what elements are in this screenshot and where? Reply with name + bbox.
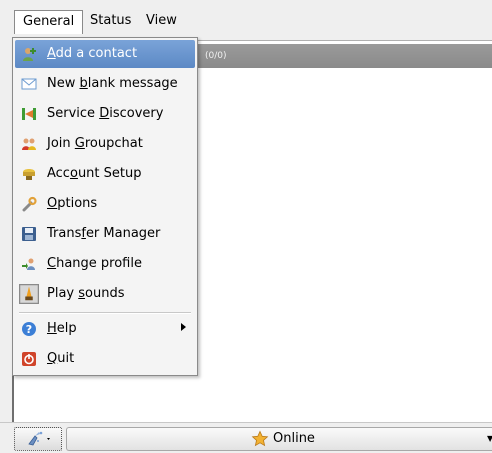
add-contact-icon [23,48,36,61]
presence-menu-button[interactable] [14,427,62,451]
menu-label: Change profile [47,256,142,271]
svg-text:?: ? [26,323,32,336]
menu-general[interactable]: General [14,10,84,34]
menu-label: Options [47,196,98,211]
menu-item-new-message[interactable]: New blank message [15,70,195,98]
menu-item-change-profile[interactable]: Change profile [15,250,195,278]
combo-arrow-icon: ▼ [487,434,492,443]
star-online-icon [251,430,269,447]
help-icon: ? [22,322,36,336]
menu-item-quit[interactable]: Quit [15,345,195,373]
menu-item-join-groupchat[interactable]: Join Groupchat [15,130,195,158]
options-wrench-icon [22,196,37,212]
menu-label: Service Discovery [47,106,164,121]
menu-label: New blank message [47,76,178,91]
status-selector[interactable]: Online ▼ [66,427,492,451]
change-profile-icon [22,258,35,270]
menu-label: Help [47,321,77,336]
quit-icon [22,352,36,366]
menu-item-play-sounds[interactable]: Play sounds [15,280,195,308]
menu-item-account-setup[interactable]: Account Setup [15,160,195,188]
status-label: Online [273,431,315,446]
general-menu: Add a contact New blank message Service … [12,37,198,376]
menu-label: Join Groupchat [47,136,143,151]
menu-label: Quit [47,351,75,366]
menu-separator [19,312,191,314]
submenu-arrow-icon [181,323,186,331]
app-window: General Status View (0/0) Online ▼ Add a… [0,0,492,453]
menu-label: Play sounds [47,286,125,301]
menu-item-help[interactable]: ? Help [15,315,195,343]
menu-label: Add a contact [47,46,138,61]
sparkle-menu-icon [28,431,50,446]
account-setup-icon [23,169,35,180]
service-discovery-icon [22,108,36,120]
menu-item-add-contact[interactable]: Add a contact [15,40,195,68]
sound-toggle-icon [19,284,39,304]
menu-item-transfer-manager[interactable]: Transfer Manager [15,220,195,248]
menu-status[interactable]: Status [82,10,139,33]
menu-label: Transfer Manager [47,226,161,241]
menubar: General Status View [0,0,492,38]
menu-item-options[interactable]: Options [15,190,195,218]
roster-count: (0/0) [205,51,227,61]
envelope-icon [21,78,37,90]
menu-label: Account Setup [47,166,142,181]
statusbar: Online ▼ [0,422,492,453]
transfer-manager-icon [22,227,36,241]
menu-view[interactable]: View [138,10,185,33]
menu-item-service-discovery[interactable]: Service Discovery [15,100,195,128]
groupchat-icon [22,138,36,150]
